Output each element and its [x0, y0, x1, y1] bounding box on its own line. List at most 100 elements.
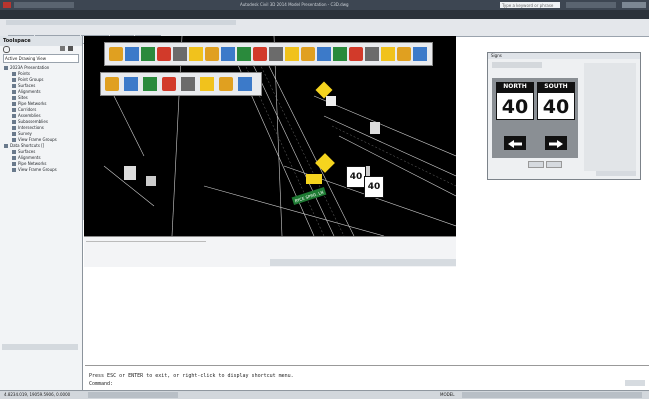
shield-number: 40: [367, 182, 381, 192]
move-icon[interactable]: [269, 47, 283, 61]
drawing-canvas[interactable]: 40 40 BYCE SPRG. LN: [84, 36, 456, 236]
dialog-toolbar[interactable]: [492, 62, 542, 68]
orbit-icon[interactable]: [124, 77, 138, 91]
collection-icon: [12, 120, 16, 124]
drawing-status-icons[interactable]: [270, 259, 456, 266]
collection-icon: [12, 168, 16, 172]
grid-icon[interactable]: [157, 47, 171, 61]
dialog-button[interactable]: [528, 161, 544, 168]
tree-item-label: View Frame Groups: [18, 137, 57, 142]
page-icon[interactable]: [219, 77, 233, 91]
help-icon[interactable]: [238, 77, 252, 91]
stop-sign-icon[interactable]: [285, 47, 299, 61]
north-header: NORTH: [496, 82, 534, 92]
tree-item-label: View Frame Groups: [18, 167, 57, 172]
ribbon-tabs: Home Insert Annotate Modify Analyze View…: [0, 10, 649, 26]
map-icon[interactable]: [125, 47, 139, 61]
collection-icon: [12, 150, 16, 154]
search-placeholder: Type a keyword or phrase: [502, 3, 554, 8]
tree-toggle-icon[interactable]: [60, 46, 65, 51]
tree-item-label: Assemblies: [18, 113, 41, 118]
dialog-action-buttons[interactable]: [596, 171, 636, 176]
dialog-properties-panel[interactable]: [584, 63, 636, 171]
pan-icon[interactable]: [200, 77, 214, 91]
arrow-right-icon: [549, 140, 563, 148]
attribute-icon[interactable]: [205, 47, 219, 61]
copy-icon[interactable]: [365, 47, 379, 61]
quick-access-toolbar[interactable]: [14, 2, 74, 8]
collection-icon: [12, 96, 16, 100]
paste-icon[interactable]: [397, 47, 411, 61]
tree-item-label: Alignments: [18, 155, 41, 160]
layer-icon[interactable]: [143, 77, 157, 91]
tree-item-label: Pipe Networks: [18, 161, 47, 166]
tree-item[interactable]: View Frame Groups: [0, 167, 82, 173]
dashed-box-icon[interactable]: [173, 47, 187, 61]
regulatory-sign-icon[interactable]: [326, 96, 336, 106]
view-selector[interactable]: Active Drawing View: [3, 54, 79, 63]
left-arrow-sign: [504, 136, 526, 150]
infocenter-icons[interactable]: [566, 2, 616, 8]
pencil-icon[interactable]: [109, 47, 123, 61]
toolspace-title: Toolspace: [0, 36, 82, 46]
search-icon[interactable]: [3, 46, 10, 53]
turn-icon[interactable]: [181, 77, 195, 91]
command-line[interactable]: Press ESC or ENTER to exit, or right-cli…: [85, 365, 649, 388]
app-logo-icon[interactable]: [3, 2, 11, 8]
collection-icon: [12, 156, 16, 160]
collection-icon: [12, 102, 16, 106]
block-icon[interactable]: [221, 47, 235, 61]
collection-icon: [12, 132, 16, 136]
table-icon[interactable]: [141, 47, 155, 61]
drafting-toggles[interactable]: [88, 392, 178, 398]
line-icon[interactable]: [317, 47, 331, 61]
warning-signs-toolbar: [100, 72, 262, 96]
command-scroll[interactable]: [625, 380, 645, 386]
collection-icon: [12, 162, 16, 166]
help-icon[interactable]: [413, 47, 427, 61]
warning-plaque-icon[interactable]: [306, 174, 322, 184]
folder-icon: [4, 144, 8, 148]
toolspace-panel: Toolspace Active Drawing View 2023A Pres…: [0, 36, 83, 390]
window-controls[interactable]: [622, 2, 646, 8]
dialog-button[interactable]: [546, 161, 562, 168]
collection-icon: [12, 78, 16, 82]
regulatory-sign-icon[interactable]: [124, 166, 136, 180]
arrow-down-icon[interactable]: [237, 47, 251, 61]
cut-icon[interactable]: [381, 47, 395, 61]
dimension-icon[interactable]: [333, 47, 347, 61]
pencil-icon[interactable]: [105, 77, 119, 91]
model-space-button[interactable]: MODEL: [440, 392, 454, 397]
regulatory-sign-icon[interactable]: [146, 176, 156, 186]
command-prompt: Command:: [89, 381, 114, 387]
tree-item-label: Point Groups: [18, 77, 44, 82]
route-shield-south[interactable]: 40: [364, 176, 384, 198]
arrow-left-icon: [508, 140, 522, 148]
tree-item-label: Survey: [18, 131, 32, 136]
view-tabs: NavigateView / CoordinatesViewportsPalet…: [8, 26, 168, 44]
regulatory-sign-icon[interactable]: [370, 122, 380, 134]
warning-icon[interactable]: [162, 77, 176, 91]
help-icon[interactable]: [68, 46, 73, 51]
horizontal-scrollbar[interactable]: [2, 344, 78, 350]
route-shield-north[interactable]: 40: [346, 166, 366, 188]
tree-item-label: Subassemblies: [18, 119, 48, 124]
collection-icon: [12, 84, 16, 88]
collection-icon: [12, 108, 16, 112]
offset-icon[interactable]: [349, 47, 363, 61]
coordinates-readout: 4.8234.019, 19059.5906, 0.0000: [4, 392, 71, 397]
status-tray-icons[interactable]: [462, 392, 642, 398]
tree-item-label: Data Shortcuts []: [10, 143, 45, 148]
text-icon[interactable]: [189, 47, 203, 61]
collection-icon: [12, 126, 16, 130]
search-input[interactable]: Type a keyword or phrase: [500, 2, 560, 8]
south-shield-number: 40: [537, 92, 575, 120]
drawing-linework: [103, 36, 456, 236]
collection-icon: [12, 72, 16, 76]
pen-icon[interactable]: [301, 47, 315, 61]
command-history: Press ESC or ENTER to exit, or right-cli…: [89, 373, 294, 379]
south-route-sign: SOUTH 40: [537, 82, 575, 122]
shield-icon[interactable]: [253, 47, 267, 61]
prospector-tree: 2023A Presentation Points Point Groups Surf…: [0, 65, 82, 173]
tree-item-label: Sites: [18, 95, 28, 100]
